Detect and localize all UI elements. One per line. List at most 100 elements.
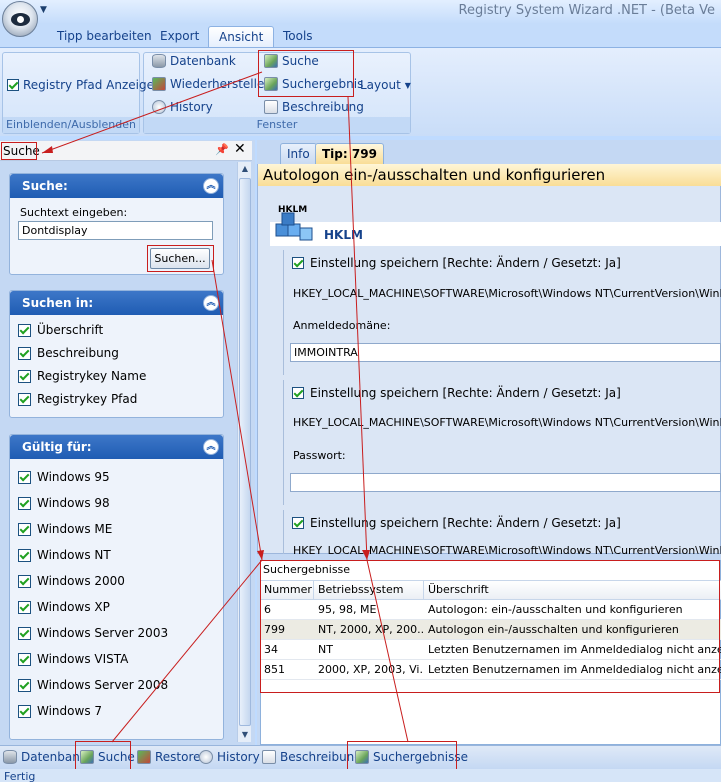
setting-registry-key: HKEY_LOCAL_MACHINE\SOFTWARE\Microsoft\Wi… [293,416,721,429]
highlight-frame-bottom-suche [75,741,131,770]
tab-info[interactable]: Info [280,143,317,164]
description-icon [262,750,276,764]
highlight-frame-bottom-suchergebnisse [347,741,457,770]
setting-save-checkbox[interactable]: Einstellung speichern [Rechte: Ändern / … [292,386,621,400]
checkbox-checked-icon [18,323,31,337]
checkbox-windows-2000[interactable]: Windows 2000 [18,574,125,588]
checkbox-checked-icon [18,600,31,614]
bottom-tab-restore[interactable]: Restore [137,748,201,766]
history-label: History [170,100,213,114]
bottom-tab-history[interactable]: History [199,748,260,766]
checkbox-checked-icon [7,79,19,91]
scroll-thumb[interactable] [239,178,251,726]
tip-title: Autologon ein-/ausschalten und konfiguri… [263,166,606,184]
pane-scrollbar[interactable]: ▲ ▼ [237,162,251,742]
beschreibung-button[interactable]: Beschreibung [264,100,364,114]
search-panel-header: Suche: ︽ [10,174,223,198]
setting-save-checkbox[interactable]: Einstellung speichern [Rechte: Ändern / … [292,256,621,270]
checkbox-windows-vista[interactable]: Windows VISTA [18,652,128,666]
quick-access-dropdown-icon[interactable]: ▼ [40,5,47,15]
setting-field-label: Anmeldedomäne: [293,319,391,332]
checkbox-checked-icon [18,704,31,718]
checkbox-windows-98[interactable]: Windows 98 [18,496,110,510]
checkbox-label: Windows Server 2003 [37,626,169,640]
checkbox-label: Windows Server 2008 [37,678,169,692]
checkbox-windows-95[interactable]: Windows 95 [18,470,110,484]
chevron-down-icon: ▼ [404,80,411,90]
scroll-up-icon[interactable]: ▲ [238,162,252,176]
datenbank-button[interactable]: Datenbank [152,54,236,68]
tab-tip-799[interactable]: Tip: 799 [315,143,384,164]
pin-icon[interactable]: 📌 [215,143,229,156]
bottom-tab-label: Restore [155,750,201,764]
collapse-up-icon[interactable]: ︽ [203,439,219,455]
checkbox-checked-icon [18,548,31,562]
setting-field-label: Passwort: [293,449,346,462]
group-label: Fenster [144,117,410,133]
close-icon[interactable]: ✕ [234,141,246,157]
checkbox-beschreibung[interactable]: Beschreibung [18,346,119,360]
checkbox-checked-icon [292,257,304,269]
checkbox-checked-icon [18,678,31,692]
collapse-up-icon[interactable]: ︽ [203,178,219,194]
history-icon [199,750,213,764]
setting-check-label: Einstellung speichern [Rechte: Ändern / … [310,386,621,400]
checkbox-checked-icon [18,626,31,640]
checkbox-checked-icon [292,387,304,399]
registry-path-label: Registry Pfad Anzeigen [23,78,162,92]
checkbox-label: Beschreibung [37,346,119,360]
tab-export[interactable]: Export [160,26,199,48]
checkbox-registrykey-pfad[interactable]: Registrykey Pfad [18,392,137,406]
passwort-input[interactable] [290,473,721,492]
collapse-up-icon[interactable]: ︽ [203,295,219,311]
setting-registry-key: HKEY_LOCAL_MACHINE\SOFTWARE\Microsoft\Wi… [293,544,721,554]
status-text: Fertig [4,770,36,782]
checkbox-checked-icon [18,652,31,666]
setting-save-checkbox[interactable]: Einstellung speichern [Rechte: Ändern / … [292,516,621,530]
anmeldedomaene-input[interactable]: IMMOINTRA [290,343,721,362]
checkbox-checked-icon [18,522,31,536]
highlight-frame-search-button [147,245,214,272]
history-icon [152,100,166,114]
checkbox-label: Registrykey Pfad [37,392,138,406]
checkbox-label: Windows 7 [37,704,103,718]
database-icon [152,54,166,68]
tab-tools[interactable]: Tools [283,26,313,48]
layout-label: Layout [360,78,401,92]
highlight-frame-ribbon [258,50,354,97]
checkbox-windows-7[interactable]: Windows 7 [18,704,102,718]
hive-label: HKLM [324,228,363,242]
checkbox-checked-icon [18,574,31,588]
tab-tipp-bearbeiten[interactable]: Tipp bearbeiten [57,26,152,48]
checkbox-checked-icon [18,470,31,484]
checkbox-checked-icon [18,369,31,383]
checkbox-ueberschrift[interactable]: Überschrift [18,323,103,337]
status-bar [0,769,721,782]
search-in-panel-header: Suchen in: ︽ [10,291,223,315]
group-einblenden-ausblenden: Einblenden/Ausblenden [2,52,140,134]
scroll-down-icon[interactable]: ▼ [238,728,252,742]
checkbox-label: Windows ME [37,522,113,536]
tab-ansicht[interactable]: Ansicht [208,26,275,48]
registry-path-checkbox[interactable]: Registry Pfad Anzeigen [7,78,162,92]
checkbox-label: Windows 98 [37,496,110,510]
valid-for-header-label: Gültig für: [22,440,92,454]
highlight-frame-pane-title [1,142,37,160]
restore-icon [152,77,166,91]
wiederherstellen-button[interactable]: Wiederherstellen [152,77,272,91]
checkbox-windows-server-2008[interactable]: Windows Server 2008 [18,678,168,692]
history-button[interactable]: History [152,100,213,114]
layout-dropdown[interactable]: Layout ▼ [360,78,411,92]
checkbox-label: Windows 2000 [37,574,125,588]
checkbox-windows-server-2003[interactable]: Windows Server 2003 [18,626,168,640]
app-menu-orb-icon[interactable] [2,1,38,37]
checkbox-checked-icon [18,392,31,406]
checkbox-windows-me[interactable]: Windows ME [18,522,112,536]
checkbox-windows-nt[interactable]: Windows NT [18,548,111,562]
window-title: Registry System Wizard .NET - (Beta Ve [458,3,715,18]
checkbox-windows-xp[interactable]: Windows XP [18,600,110,614]
search-input[interactable]: Dontdisplay [18,221,213,240]
checkbox-checked-icon [292,517,304,529]
checkbox-label: Windows XP [37,600,110,614]
checkbox-registrykey-name[interactable]: Registrykey Name [18,369,146,383]
